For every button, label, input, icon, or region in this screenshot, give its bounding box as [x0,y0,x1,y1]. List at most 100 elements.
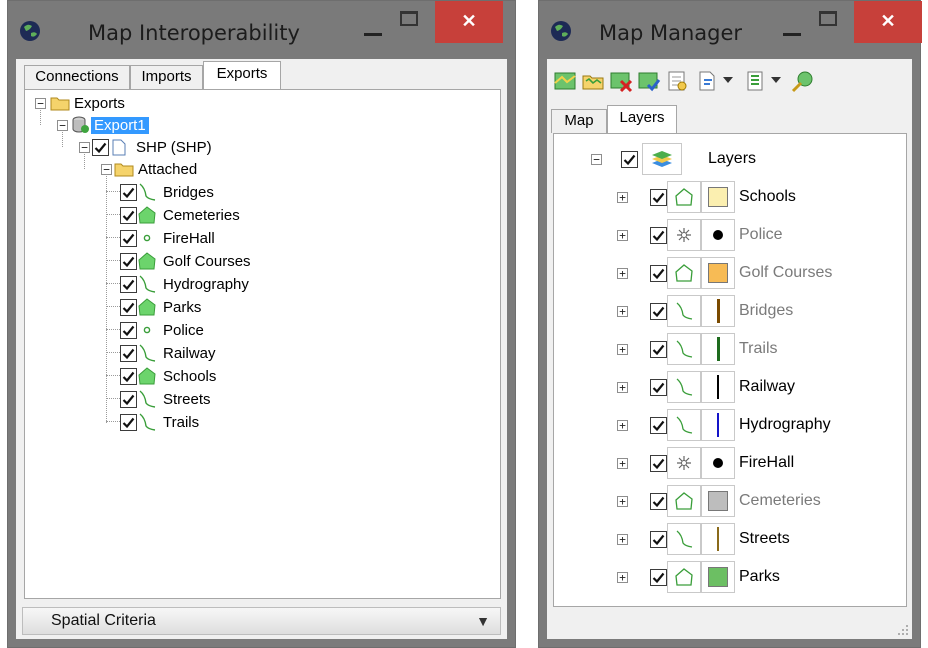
checkbox[interactable] [120,390,137,408]
tree-node-attached[interactable]: − Attached [101,158,197,180]
layer-row-bridges[interactable]: + Bridges [617,292,793,330]
interop-client-area: Connections Imports Exports − Exports − … [16,59,507,639]
layer-row-hydrography[interactable]: + Hydrography [617,406,831,444]
tree-node-label: Parks [163,298,202,316]
map-export-icon[interactable] [791,69,815,93]
checkbox[interactable] [621,150,638,168]
tree-guide [106,375,120,376]
minimize-button[interactable] [364,33,382,36]
tree-layer-item[interactable]: Trails [120,411,199,433]
tree-node-label: FireHall [163,229,215,247]
layer-list-icon[interactable] [743,69,767,93]
remove-map-icon[interactable] [609,69,633,93]
layers-root-row[interactable]: − Layers [591,140,756,178]
expand-toggle[interactable]: + [617,571,628,583]
tree-layer-item[interactable]: Streets [120,388,211,410]
point-star-icon [667,447,701,479]
open-map-icon[interactable] [581,69,605,93]
tab-exports[interactable]: Exports [203,61,281,89]
layer-row-streets[interactable]: + Streets [617,520,790,558]
tree-node-shp-format[interactable]: − SHP (SHP) [79,136,212,158]
tree-layer-item[interactable]: Railway [120,342,216,364]
tree-node-label: Police [163,321,204,339]
checkbox[interactable] [120,321,137,339]
collapse-toggle[interactable]: − [35,97,46,109]
expand-toggle[interactable]: + [617,191,628,203]
expand-toggle[interactable]: + [617,343,628,355]
checkbox[interactable] [650,492,667,510]
collapse-toggle[interactable]: − [101,163,112,175]
title-bar[interactable]: Map Manager ✕ [539,1,922,59]
checkbox[interactable] [120,298,137,316]
checkbox[interactable] [120,367,137,385]
checkbox[interactable] [650,340,667,358]
spatial-criteria-expander[interactable]: Spatial Criteria ▼ [22,607,501,635]
tree-layer-item[interactable]: Golf Courses [120,250,251,272]
dropdown-arrow-icon[interactable] [723,77,733,83]
expand-toggle[interactable]: + [617,229,628,241]
checkbox[interactable] [120,229,137,247]
layer-row-trails[interactable]: + Trails [617,330,778,368]
layer-row-golf-courses[interactable]: + Golf Courses [617,254,832,292]
tree-layer-item[interactable]: FireHall [120,227,215,249]
properties-icon[interactable] [665,69,689,93]
dropdown-arrow-icon[interactable] [771,77,781,83]
layer-row-railway[interactable]: + Railway [617,368,795,406]
close-button[interactable]: ✕ [435,1,503,43]
tab-map[interactable]: Map [551,109,607,133]
layer-row-firehall[interactable]: + FireHall [617,444,794,482]
expand-toggle[interactable]: + [617,533,628,545]
checkbox[interactable] [120,275,137,293]
tree-node-exports[interactable]: − Exports [35,92,125,114]
checkbox[interactable] [650,530,667,548]
checkbox[interactable] [120,183,137,201]
checkbox[interactable] [650,226,667,244]
expand-toggle[interactable]: + [617,419,628,431]
tree-layer-item[interactable]: Police [120,319,204,341]
tree-layer-item[interactable]: Bridges [120,181,214,203]
tree-layer-item[interactable]: Parks [120,296,201,318]
checkbox[interactable] [120,252,137,270]
tab-imports[interactable]: Imports [130,65,203,89]
layer-row-schools[interactable]: + Schools [617,178,796,216]
new-map-icon[interactable] [553,69,577,93]
checkbox[interactable] [120,206,137,224]
layer-row-cemeteries[interactable]: + Cemeteries [617,482,821,520]
tree-layer-item[interactable]: Cemeteries [120,204,240,226]
checkbox[interactable] [120,344,137,362]
checkbox[interactable] [650,568,667,586]
tree-layer-item[interactable]: Schools [120,365,216,387]
expand-toggle[interactable]: + [617,495,628,507]
checkmark-icon [652,458,665,469]
expand-toggle[interactable]: + [617,381,628,393]
tree-layer-item[interactable]: Hydrography [120,273,249,295]
checkbox[interactable] [650,378,667,396]
expand-toggle[interactable]: + [617,267,628,279]
expand-toggle[interactable]: + [617,305,628,317]
layer-row-police[interactable]: + Police [617,216,783,254]
checkbox[interactable] [120,413,137,431]
checkbox[interactable] [650,416,667,434]
resize-grip-icon[interactable] [897,624,909,636]
checkmark-icon [652,192,665,203]
checkbox[interactable] [650,302,667,320]
collapse-toggle[interactable]: − [591,153,602,165]
collapse-toggle[interactable]: − [57,119,68,131]
title-bar[interactable]: Map Interoperability ✕ [8,1,515,59]
collapse-toggle[interactable]: − [79,141,90,153]
maximize-button[interactable] [819,11,837,26]
checkbox[interactable] [92,138,109,156]
check-map-icon[interactable] [637,69,661,93]
checkbox[interactable] [650,454,667,472]
close-button[interactable]: ✕ [854,1,922,43]
tab-connections[interactable]: Connections [24,65,130,89]
checkbox[interactable] [650,188,667,206]
tab-layers[interactable]: Layers [607,105,677,133]
layer-row-parks[interactable]: + Parks [617,558,780,596]
minimize-button[interactable] [783,33,801,36]
new-layer-icon[interactable] [695,69,719,93]
checkbox[interactable] [650,264,667,282]
expand-toggle[interactable]: + [617,457,628,469]
tree-node-export1[interactable]: − Export1 [57,114,149,136]
maximize-button[interactable] [400,11,418,26]
